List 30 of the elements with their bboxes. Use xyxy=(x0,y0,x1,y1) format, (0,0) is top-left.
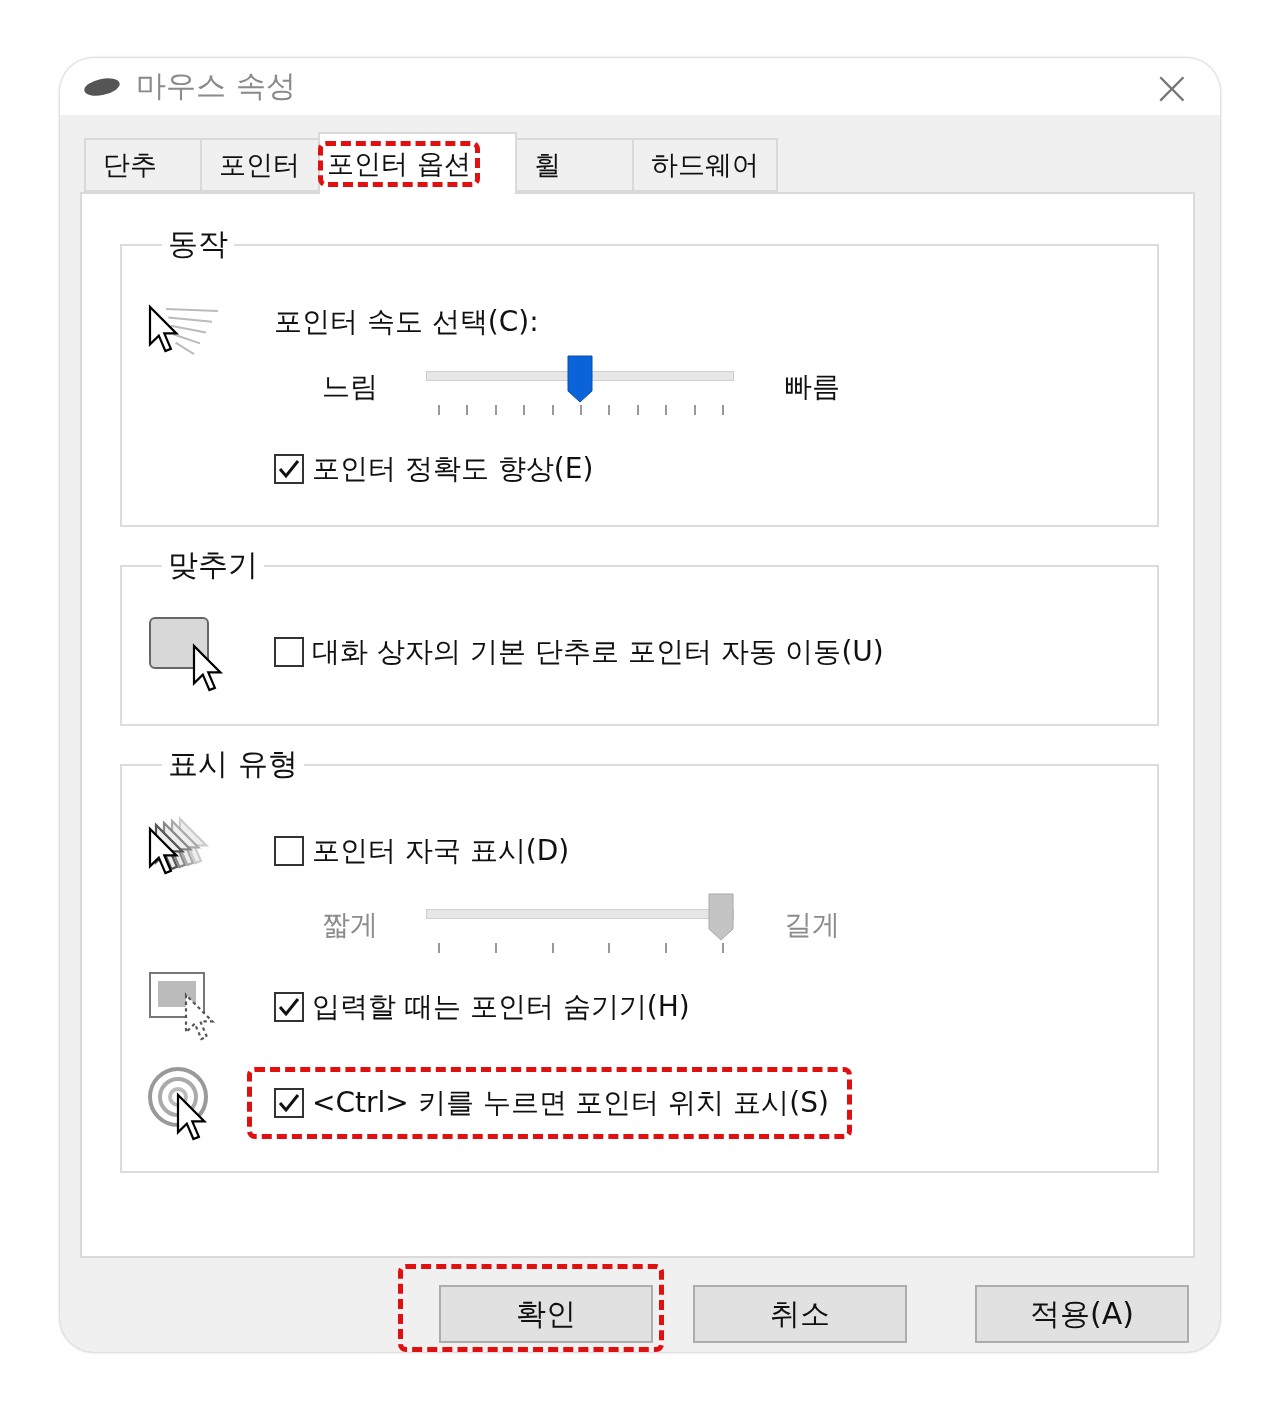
group-title: 동작 xyxy=(167,225,229,263)
tab[interactable]: 포인터 xyxy=(200,138,320,192)
slider-label: 포인터 속도 선택(C): xyxy=(274,304,540,340)
checkbox-label[interactable]: 대화 상자의 기본 단추로 포인터 자동 이동(U) xyxy=(312,633,884,671)
checkbox[interactable] xyxy=(274,836,304,866)
window-title: 마우스 속성 xyxy=(136,67,297,105)
dialog-button[interactable]: 확인 xyxy=(439,1285,653,1343)
dialog-button[interactable]: 적용(A) xyxy=(975,1285,1189,1343)
checkbox-label[interactable]: <Ctrl> 키를 누르면 포인터 위치 표시(S) xyxy=(312,1084,829,1122)
tab[interactable]: 포인터 옵션 xyxy=(318,132,517,194)
slider-thumb[interactable] xyxy=(567,355,593,403)
checkbox-label[interactable]: 포인터 정확도 향상(E) xyxy=(312,450,594,488)
group-title: 표시 유형 xyxy=(167,745,299,783)
slider-max-label: 빠름 xyxy=(784,369,840,405)
tab[interactable]: 휠 xyxy=(515,138,634,192)
checkbox[interactable] xyxy=(274,454,304,484)
slider-min-label: 느림 xyxy=(322,369,378,405)
checkbox[interactable] xyxy=(274,637,304,667)
checkbox[interactable] xyxy=(274,992,304,1022)
slider-max-label: 길게 xyxy=(784,907,840,943)
dialog-button[interactable]: 취소 xyxy=(693,1285,907,1343)
group-title: 맞추기 xyxy=(167,546,259,584)
slider-min-label: 짧게 xyxy=(322,907,378,943)
mouse-icon xyxy=(82,75,122,98)
checkbox[interactable] xyxy=(274,1088,304,1118)
checkbox-label[interactable]: 포인터 자국 표시(D) xyxy=(312,832,570,870)
checkbox-label[interactable]: 입력할 때는 포인터 숨기기(H) xyxy=(312,988,690,1026)
tab[interactable]: 단추 xyxy=(84,138,202,192)
tab[interactable]: 하드웨어 xyxy=(632,138,778,192)
close-button[interactable]: × xyxy=(1145,62,1198,111)
